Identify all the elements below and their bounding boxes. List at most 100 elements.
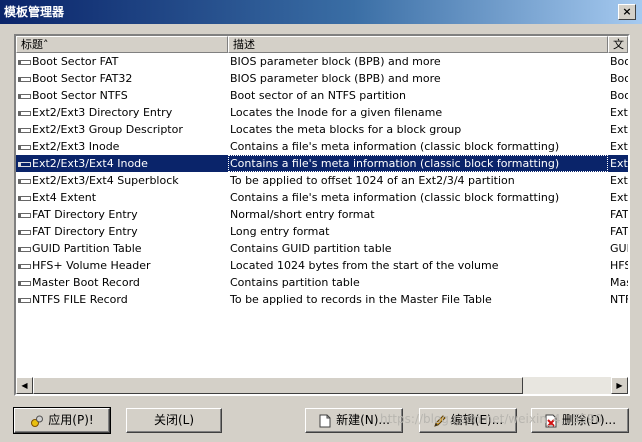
list-item[interactable]: FAT Directory Entry Long entry format FAT [16,223,628,240]
list-item[interactable]: Ext4 Extent Contains a file's meta inform… [16,189,628,206]
list-item[interactable]: Boot Sector FAT BIOS parameter block (BPB… [16,53,628,70]
template-icon [18,280,31,286]
new-document-icon [319,414,331,427]
column-header-title[interactable]: 标题˄ [16,36,228,53]
column-header-file[interactable]: 文 [608,36,628,53]
list-item[interactable]: FAT Directory Entry Normal/short entry fo… [16,206,628,223]
template-title: Ext2/Ext3/Ext4 Inode [32,157,148,170]
template-icon [18,297,31,303]
template-icon [18,195,31,201]
template-title-cell: HFS+ Volume Header [16,257,228,274]
list-rows: Boot Sector FAT BIOS parameter block (BPB… [16,53,628,308]
template-title-cell: Ext2/Ext3 Directory Entry [16,104,228,121]
template-icon [18,76,31,82]
template-title: Master Boot Record [32,276,140,289]
template-title: FAT Directory Entry [32,225,138,238]
template-description: Contains partition table [230,276,360,289]
template-description: Contains a file's meta information (clas… [230,191,560,204]
list-item[interactable]: HFS+ Volume Header Located 1024 bytes fro… [16,257,628,274]
template-title: Boot Sector FAT32 [32,72,133,85]
template-file: Ext [610,123,628,136]
template-description: Contains GUID partition table [230,242,392,255]
list-item[interactable]: Boot Sector FAT32 BIOS parameter block (B… [16,70,628,87]
template-icon [18,212,31,218]
list-item[interactable]: NTFS FILE Record To be applied to records… [16,291,628,308]
template-title-cell: Ext2/Ext3 Inode [16,138,228,155]
template-description: Long entry format [230,225,330,238]
watermark: https://blog.csdn.net/weixin_4...5590 [380,412,603,426]
list-item[interactable]: Ext2/Ext3/Ext4 Inode Contains a file's me… [16,155,628,172]
template-description: Normal/short entry format [230,208,375,221]
template-file: NTF [610,293,630,306]
template-description: To be applied to records in the Master F… [230,293,492,306]
list-item[interactable]: Ext2/Ext3 Directory Entry Locates the Ino… [16,104,628,121]
template-description: Locates the meta blocks for a block grou… [230,123,462,136]
template-description: Contains a file's meta information (clas… [230,140,560,153]
scroll-thumb[interactable] [33,377,523,394]
apply-icon [31,415,44,427]
list-item[interactable]: GUID Partition Table Contains GUID partit… [16,240,628,257]
template-file: Ext [610,140,628,153]
template-title: HFS+ Volume Header [32,259,151,272]
list-item[interactable]: Ext2/Ext3/Ext4 Superblock To be applied t… [16,172,628,189]
template-title: GUID Partition Table [32,242,142,255]
template-description: Locates the Inode for a given filename [230,106,443,119]
template-title-cell: GUID Partition Table [16,240,228,257]
template-title-cell: Boot Sector FAT32 [16,70,228,87]
template-icon [18,229,31,235]
template-title: NTFS FILE Record [32,293,128,306]
template-icon [18,127,31,133]
template-icon [18,144,31,150]
template-description: To be applied to offset 1024 of an Ext2/… [230,174,515,187]
template-file: Ext [610,174,628,187]
template-file: Ext4 [610,191,628,204]
template-icon [18,178,31,184]
template-file: HFS [610,259,630,272]
template-icon [18,161,31,167]
template-list[interactable]: 标题˄ 描述 文 Boot Sector FAT BIOS parameter b… [14,34,630,396]
template-title: Ext4 Extent [32,191,97,204]
close-button[interactable]: 关闭(L) [126,408,222,433]
template-description: Located 1024 bytes from the start of the… [230,259,499,272]
template-file: FAT [610,208,629,221]
scroll-right-button[interactable]: ▶ [611,377,628,394]
template-file: GUI [610,242,630,255]
template-icon [18,93,31,99]
template-description: BIOS parameter block (BPB) and more [230,72,441,85]
list-item[interactable]: Master Boot Record Contains partition tab… [16,274,628,291]
template-title: FAT Directory Entry [32,208,138,221]
template-title-cell: Ext2/Ext3/Ext4 Superblock [16,172,228,189]
template-title-cell: FAT Directory Entry [16,206,228,223]
template-icon [18,59,31,65]
template-title-cell: Boot Sector NTFS [16,87,228,104]
template-description: BIOS parameter block (BPB) and more [230,55,441,68]
template-title: Boot Sector FAT [32,55,119,68]
list-item[interactable]: Ext2/Ext3 Group Descriptor Locates the me… [16,121,628,138]
template-title: Boot Sector NTFS [32,89,128,102]
template-icon [18,263,31,269]
template-file: FAT [610,225,629,238]
template-title: Ext2/Ext3/Ext4 Superblock [32,174,179,187]
close-window-button[interactable]: × [618,4,636,20]
template-icon [18,246,31,252]
template-title: Ext2/Ext3 Group Descriptor [32,123,183,136]
template-title: Ext2/Ext3 Inode [32,140,120,153]
template-title-cell: Master Boot Record [16,274,228,291]
template-icon [18,110,31,116]
list-item[interactable]: Boot Sector NTFS Boot sector of an NTFS p… [16,87,628,104]
template-description: Boot sector of an NTFS partition [230,89,406,102]
template-file: Boo [610,89,630,102]
list-item[interactable]: Ext2/Ext3 Inode Contains a file's meta in… [16,138,628,155]
template-title-cell: Ext2/Ext3 Group Descriptor [16,121,228,138]
template-title-cell: Boot Sector FAT [16,53,228,70]
title-bar: 模板管理器 × [0,0,642,24]
list-header: 标题˄ 描述 文 [16,36,628,53]
apply-label: 应用(P)! [48,413,94,427]
close-label: 关闭(L) [153,413,195,427]
scroll-left-button[interactable]: ◀ [16,377,33,394]
horizontal-scrollbar[interactable]: ◀ ▶ [16,377,628,394]
column-header-description[interactable]: 描述 [228,36,608,53]
template-title-cell: NTFS FILE Record [16,291,228,308]
apply-button[interactable]: 应用(P)! [13,407,111,434]
template-title-cell: Ext2/Ext3/Ext4 Inode [16,155,228,172]
